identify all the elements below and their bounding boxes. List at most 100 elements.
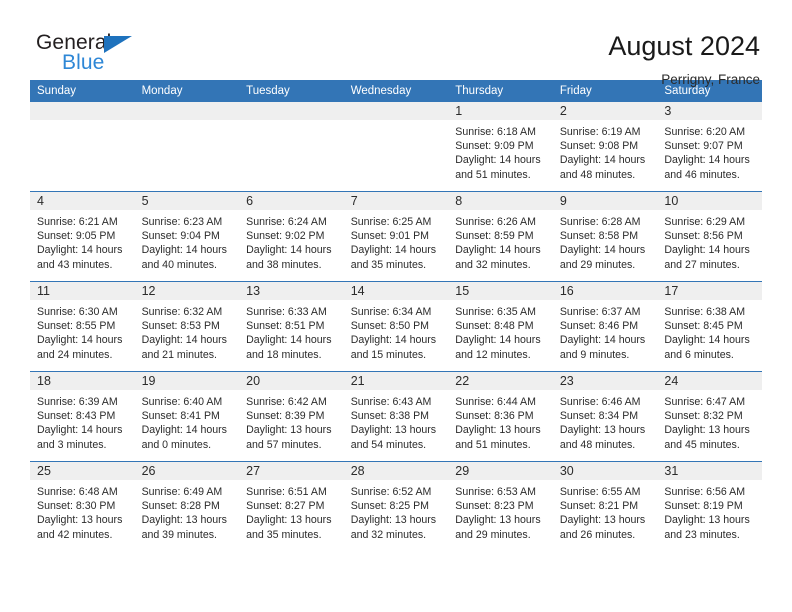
daylight-duration-line1: Daylight: 14 hours	[559, 154, 646, 167]
day-number: 19	[134, 372, 240, 390]
sunrise-time: Sunrise: 6:19 AM	[559, 126, 641, 138]
day-number: 20	[239, 372, 344, 390]
day-cell-inner: 29 Sunrise: 6:53 AM Sunset: 8:23 PM Dayligh…	[448, 462, 553, 551]
calendar-day-cell[interactable]: 1 Sunrise: 6:18 AM Sunset: 9:09 PM Daylight…	[448, 102, 553, 192]
day-number: 11	[30, 282, 135, 300]
day-cell-inner: 6 Sunrise: 6:24 AM Sunset: 9:02 PM Daylight…	[239, 192, 344, 281]
daylight-duration-line1: Daylight: 13 hours	[664, 424, 750, 437]
sunset-time: Sunset: 8:32 PM	[664, 410, 743, 423]
calendar-day-cell[interactable]: 12 Sunrise: 6:32 AM Sunset: 8:53 PM Dayligh…	[134, 281, 240, 372]
sunrise-time: Sunrise: 6:35 AM	[455, 306, 536, 318]
day-number: 6	[239, 192, 344, 210]
calendar-day-cell[interactable]: 17 Sunrise: 6:38 AM Sunset: 8:45 PM Dayligh…	[657, 281, 762, 372]
calendar-day-cell[interactable]: 5 Sunrise: 6:23 AM Sunset: 9:04 PM Daylight…	[134, 191, 240, 282]
sunset-time: Sunset: 8:19 PM	[664, 500, 743, 513]
day-cell-inner: 25 Sunrise: 6:48 AM Sunset: 8:30 PM Dayligh…	[30, 462, 135, 551]
daylight-duration-line1: Daylight: 14 hours	[559, 334, 646, 347]
calendar-day-cell[interactable]: 25 Sunrise: 6:48 AM Sunset: 8:30 PM Dayligh…	[30, 461, 135, 551]
daylight-duration-line1: Daylight: 14 hours	[246, 334, 332, 347]
calendar-day-cell[interactable]: 19 Sunrise: 6:40 AM Sunset: 8:41 PM Dayligh…	[134, 371, 240, 462]
day-number	[134, 102, 240, 120]
calendar-day-cell[interactable]: 20 Sunrise: 6:42 AM Sunset: 8:39 PM Dayligh…	[239, 371, 344, 462]
daylight-duration-line1: Daylight: 13 hours	[455, 514, 541, 527]
day-details: Sunrise: 6:23 AM Sunset: 9:04 PM Daylight:…	[135, 210, 240, 272]
day-number: 26	[134, 462, 240, 480]
calendar-day-cell[interactable]: 11 Sunrise: 6:30 AM Sunset: 8:55 PM Dayligh…	[30, 281, 135, 372]
daylight-duration-line2: and 32 minutes.	[350, 528, 427, 541]
day-details: Sunrise: 6:48 AM Sunset: 8:30 PM Daylight:…	[30, 480, 135, 542]
day-cell-inner: 4 Sunrise: 6:21 AM Sunset: 9:05 PM Daylight…	[30, 192, 135, 281]
day-cell-inner: 22 Sunrise: 6:44 AM Sunset: 8:36 PM Dayligh…	[448, 372, 553, 461]
day-number: 18	[30, 372, 135, 390]
day-details: Sunrise: 6:20 AM Sunset: 9:07 PM Daylight:…	[657, 120, 762, 182]
calendar-page: General Blue August 2024 Perrigny, Franc…	[0, 0, 792, 612]
calendar-day-cell[interactable]: 24 Sunrise: 6:47 AM Sunset: 8:32 PM Dayligh…	[657, 371, 762, 462]
day-number: 7	[343, 192, 449, 210]
day-cell-inner: 16 Sunrise: 6:37 AM Sunset: 8:46 PM Dayligh…	[552, 282, 658, 371]
calendar-day-cell[interactable]: 21 Sunrise: 6:43 AM Sunset: 8:38 PM Dayligh…	[343, 371, 449, 462]
day-details: Sunrise: 6:43 AM Sunset: 8:38 PM Daylight:…	[344, 390, 449, 452]
sunset-time: Sunset: 8:48 PM	[455, 320, 534, 333]
daylight-duration-line1: Daylight: 13 hours	[37, 514, 123, 527]
calendar-day-cell[interactable]: 22 Sunrise: 6:44 AM Sunset: 8:36 PM Dayligh…	[448, 371, 553, 462]
sunrise-time: Sunrise: 6:23 AM	[141, 216, 223, 228]
daylight-duration-line1: Daylight: 14 hours	[350, 334, 437, 347]
sunset-time: Sunset: 8:39 PM	[246, 410, 325, 423]
calendar-day-cell[interactable]: 14 Sunrise: 6:34 AM Sunset: 8:50 PM Dayligh…	[343, 281, 449, 372]
calendar-day-cell[interactable]: 15 Sunrise: 6:35 AM Sunset: 8:48 PM Dayligh…	[448, 281, 553, 372]
calendar-day-cell[interactable]: 13 Sunrise: 6:33 AM Sunset: 8:51 PM Dayligh…	[239, 281, 344, 372]
day-number: 13	[239, 282, 344, 300]
daylight-duration-line2: and 51 minutes.	[455, 438, 531, 451]
day-number	[343, 102, 449, 120]
calendar-day-cell[interactable]: 28 Sunrise: 6:52 AM Sunset: 8:25 PM Dayligh…	[343, 461, 449, 551]
day-cell-inner: 1 Sunrise: 6:18 AM Sunset: 9:09 PM Daylight…	[448, 102, 553, 191]
daylight-duration-line1: Daylight: 14 hours	[664, 334, 750, 347]
day-cell-inner: 9 Sunrise: 6:28 AM Sunset: 8:58 PM Daylight…	[552, 192, 658, 281]
calendar-day-cell[interactable]: 2 Sunrise: 6:19 AM Sunset: 9:08 PM Daylight…	[552, 102, 658, 192]
calendar-day-cell[interactable]: 29 Sunrise: 6:53 AM Sunset: 8:23 PM Dayligh…	[448, 461, 553, 551]
calendar-day-cell[interactable]: 16 Sunrise: 6:37 AM Sunset: 8:46 PM Dayligh…	[552, 281, 658, 372]
day-cell-inner: 31 Sunrise: 6:56 AM Sunset: 8:19 PM Dayligh…	[657, 462, 762, 551]
sunset-time: Sunset: 9:01 PM	[350, 230, 430, 243]
calendar-day-cell[interactable]: 7 Sunrise: 6:25 AM Sunset: 9:01 PM Daylight…	[343, 191, 449, 282]
day-number: 4	[30, 192, 135, 210]
day-cell-inner: 7 Sunrise: 6:25 AM Sunset: 9:01 PM Daylight…	[343, 192, 449, 281]
daylight-duration-line1: Daylight: 14 hours	[455, 334, 541, 347]
sunrise-time: Sunrise: 6:55 AM	[559, 486, 641, 498]
brand-logo[interactable]: General Blue	[32, 30, 152, 78]
day-cell-inner: 30 Sunrise: 6:55 AM Sunset: 8:21 PM Dayligh…	[552, 462, 658, 551]
weekday-header-sunday: Sunday	[30, 80, 135, 102]
weekday-header-tuesday: Tuesday	[239, 80, 344, 102]
calendar-day-cell[interactable]: 9 Sunrise: 6:28 AM Sunset: 8:58 PM Daylight…	[552, 191, 658, 282]
daylight-duration-line1: Daylight: 13 hours	[350, 424, 437, 437]
sunset-time: Sunset: 9:05 PM	[37, 230, 116, 243]
daylight-duration-line2: and 42 minutes.	[37, 528, 113, 541]
day-cell-inner: 20 Sunrise: 6:42 AM Sunset: 8:39 PM Dayligh…	[239, 372, 344, 461]
sunrise-time: Sunrise: 6:43 AM	[350, 396, 432, 408]
calendar-day-cell[interactable]: 26 Sunrise: 6:49 AM Sunset: 8:28 PM Dayligh…	[134, 461, 240, 551]
calendar-day-cell[interactable]: 23 Sunrise: 6:46 AM Sunset: 8:34 PM Dayligh…	[552, 371, 658, 462]
daylight-duration-line2: and 43 minutes.	[37, 258, 113, 271]
day-number: 31	[657, 462, 762, 480]
calendar-day-cell[interactable]: 30 Sunrise: 6:55 AM Sunset: 8:21 PM Dayligh…	[552, 461, 658, 551]
day-cell-inner: 21 Sunrise: 6:43 AM Sunset: 8:38 PM Dayligh…	[343, 372, 449, 461]
day-details: Sunrise: 6:24 AM Sunset: 9:02 PM Daylight:…	[239, 210, 344, 272]
daylight-duration-line2: and 57 minutes.	[246, 438, 322, 451]
day-details: Sunrise: 6:25 AM Sunset: 9:01 PM Daylight:…	[344, 210, 449, 272]
sunset-time: Sunset: 8:27 PM	[246, 500, 325, 513]
calendar-day-cell[interactable]: 4 Sunrise: 6:21 AM Sunset: 9:05 PM Daylight…	[30, 191, 135, 282]
sunrise-time: Sunrise: 6:52 AM	[350, 486, 432, 498]
calendar-day-cell[interactable]: 31 Sunrise: 6:56 AM Sunset: 8:19 PM Dayligh…	[657, 461, 762, 551]
calendar-day-cell[interactable]: 3 Sunrise: 6:20 AM Sunset: 9:07 PM Daylight…	[657, 102, 762, 192]
calendar-day-cell[interactable]: 10 Sunrise: 6:29 AM Sunset: 8:56 PM Dayligh…	[657, 191, 762, 282]
calendar-day-cell[interactable]: 8 Sunrise: 6:26 AM Sunset: 8:59 PM Daylight…	[448, 191, 553, 282]
daylight-duration-line2: and 9 minutes.	[559, 348, 630, 361]
weekday-header-wednesday: Wednesday	[343, 80, 449, 102]
daylight-duration-line2: and 54 minutes.	[350, 438, 427, 451]
sunset-time: Sunset: 8:59 PM	[455, 230, 534, 243]
sunrise-time: Sunrise: 6:48 AM	[37, 486, 118, 498]
calendar-day-cell[interactable]: 18 Sunrise: 6:39 AM Sunset: 8:43 PM Dayligh…	[30, 371, 135, 462]
day-cell-inner: 24 Sunrise: 6:47 AM Sunset: 8:32 PM Dayligh…	[657, 372, 762, 461]
calendar-day-cell[interactable]: 6 Sunrise: 6:24 AM Sunset: 9:02 PM Daylight…	[239, 191, 344, 282]
calendar-day-cell[interactable]: 27 Sunrise: 6:51 AM Sunset: 8:27 PM Dayligh…	[239, 461, 344, 551]
